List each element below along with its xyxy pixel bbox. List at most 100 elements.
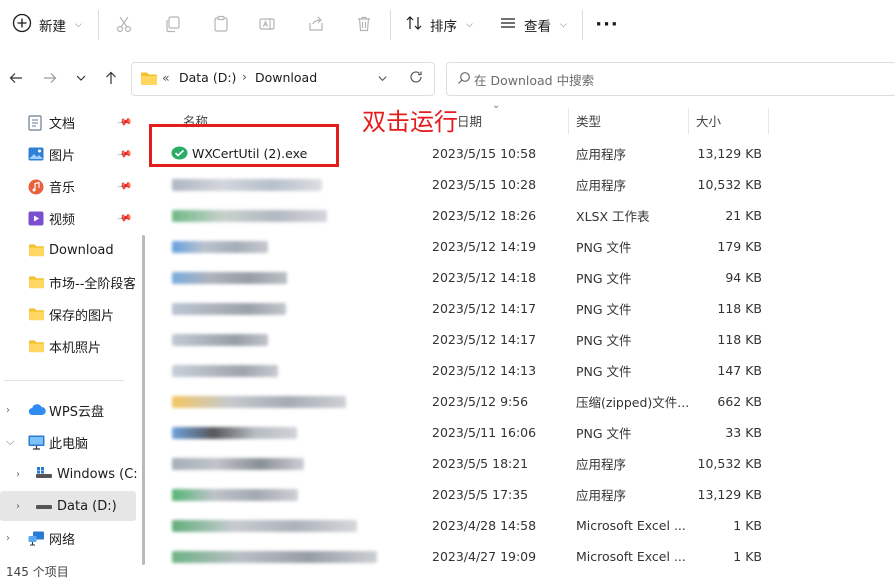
chevron-down-icon[interactable]: ⌵	[6, 435, 14, 449]
sidebar-item-market-folder[interactable]: 市场--全阶段客户	[0, 267, 140, 297]
file-size: 13,129 KB	[697, 146, 762, 161]
file-row[interactable]: 2023/5/12 14:17 PNG 文件 118 KB	[150, 324, 895, 355]
file-row[interactable]: 2023/5/12 9:56 压缩(zipped)文件... 662 KB	[150, 386, 895, 417]
file-row[interactable]: 2023/4/28 14:58 Microsoft Excel ... 1 KB	[150, 510, 895, 541]
command-bar: 新建 ⌵ 排序 ⌵ 查看 ⌵ ···	[0, 0, 895, 50]
file-type: PNG 文件	[576, 302, 632, 317]
file-row[interactable]: 2023/4/27 19:09 Microsoft Excel ... 1 KB	[150, 541, 895, 572]
file-row[interactable]: 2023/5/12 14:17 PNG 文件 118 KB	[150, 293, 895, 324]
column-divider[interactable]	[768, 108, 769, 134]
redacted-file-name	[172, 427, 297, 439]
copy-icon[interactable]	[162, 13, 184, 35]
redacted-file-name	[172, 520, 357, 532]
file-row[interactable]: 2023/5/5 17:35 应用程序 13,129 KB	[150, 479, 895, 510]
file-date: 2023/4/27 19:09	[432, 549, 537, 564]
sidebar-item-windows-c[interactable]: › Windows (C:)	[0, 459, 145, 489]
column-divider[interactable]	[688, 108, 689, 134]
sort-button[interactable]: 排序 ⌵	[405, 10, 473, 40]
redacted-file-name	[172, 303, 286, 315]
file-type: 应用程序	[576, 488, 627, 503]
column-header-type[interactable]: 类型	[576, 106, 601, 134]
sidebar-item-download[interactable]: Download	[0, 235, 140, 265]
annotation-text: 双击运行	[362, 102, 458, 137]
chevron-right-icon[interactable]: ›	[16, 469, 20, 480]
column-divider[interactable]	[568, 108, 569, 134]
sidebar-item-documents[interactable]: 文档 📌	[0, 107, 140, 137]
chevron-right-icon[interactable]: ›	[6, 405, 10, 416]
file-type: Microsoft Excel ...	[576, 518, 686, 533]
chevron-right-icon[interactable]: ›	[16, 501, 20, 512]
video-icon	[28, 211, 44, 226]
file-date: 2023/5/15 10:58	[432, 146, 537, 161]
folder-icon	[28, 339, 44, 353]
file-row[interactable]: 2023/5/11 16:06 PNG 文件 33 KB	[150, 417, 895, 448]
chevron-right-icon[interactable]: ›	[6, 533, 10, 544]
sidebar-item-camera-roll[interactable]: 本机照片	[0, 331, 140, 361]
network-icon	[28, 531, 44, 546]
redacted-file-name	[172, 210, 327, 222]
view-button[interactable]: 查看 ⌵	[499, 10, 567, 40]
file-row[interactable]: 2023/5/15 10:28 应用程序 10,532 KB	[150, 169, 895, 200]
redacted-file-name	[172, 241, 268, 253]
recent-icon[interactable]	[70, 66, 92, 90]
file-type: 应用程序	[576, 147, 627, 162]
share-icon[interactable]	[305, 13, 327, 35]
file-size: 147 KB	[717, 363, 762, 378]
chevron-down-icon[interactable]	[377, 72, 388, 87]
sidebar-item-wps-cloud[interactable]: › WPS云盘	[0, 395, 140, 425]
more-icon[interactable]: ···	[595, 13, 618, 35]
sidebar-item-music[interactable]: 音乐 📌	[0, 171, 140, 201]
sidebar-item-videos[interactable]: 视频 📌	[0, 203, 140, 233]
file-row[interactable]: 2023/5/12 14:19 PNG 文件 179 KB	[150, 231, 895, 262]
delete-icon[interactable]	[353, 13, 375, 35]
file-size: 1 KB	[733, 549, 762, 564]
file-row[interactable]: 2023/5/5 18:21 应用程序 10,532 KB	[150, 448, 895, 479]
file-size: 118 KB	[717, 332, 762, 347]
refresh-icon[interactable]	[409, 70, 423, 87]
breadcrumb-data-d[interactable]: Data (D:)	[179, 70, 236, 85]
file-date: 2023/5/12 14:17	[432, 332, 537, 347]
address-bar[interactable]: « Data (D:) › Download	[131, 62, 435, 96]
redacted-file-name	[172, 179, 322, 191]
scissors-icon[interactable]	[113, 13, 135, 35]
folder-icon	[28, 275, 44, 289]
plus-icon	[12, 13, 32, 37]
sidebar-item-network[interactable]: › 网络	[0, 523, 140, 553]
pictures-icon	[28, 147, 44, 161]
file-row[interactable]: 2023/5/12 18:26 XLSX 工作表 21 KB	[150, 200, 895, 231]
back-icon[interactable]	[5, 66, 27, 90]
chevron-down-icon: ⌵	[560, 20, 567, 30]
up-icon[interactable]	[100, 66, 122, 90]
new-button[interactable]: 新建 ⌵	[12, 10, 82, 40]
rename-icon[interactable]	[256, 13, 278, 35]
search-input[interactable]: 在 Download 中搜索	[446, 62, 895, 96]
sidebar-item-pictures[interactable]: 图片 📌	[0, 139, 140, 169]
file-size: 10,532 KB	[697, 456, 762, 471]
redacted-file-name	[172, 396, 346, 408]
address-overflow[interactable]: «	[162, 70, 170, 85]
search-placeholder: 在 Download 中搜索	[474, 73, 595, 88]
file-type: PNG 文件	[576, 271, 632, 286]
redacted-file-name	[172, 272, 287, 284]
column-header-size[interactable]: 大小	[696, 106, 721, 134]
file-date: 2023/5/12 18:26	[432, 208, 537, 223]
file-date: 2023/5/12 14:17	[432, 301, 537, 316]
file-type: PNG 文件	[576, 333, 632, 348]
file-date: 2023/5/5 18:21	[432, 456, 529, 471]
file-date: 2023/5/11 16:06	[432, 425, 537, 440]
file-size: 94 KB	[725, 270, 762, 285]
breadcrumb-download[interactable]: Download	[255, 70, 317, 85]
sort-icon	[405, 14, 423, 36]
file-type: 压缩(zipped)文件...	[576, 395, 690, 410]
sidebar-scrollbar[interactable]	[142, 235, 145, 565]
chevron-down-icon: ⌵	[75, 20, 82, 30]
paste-icon[interactable]	[210, 13, 232, 35]
file-type: XLSX 工作表	[576, 209, 650, 224]
sidebar-item-saved-pictures[interactable]: 保存的图片	[0, 299, 140, 329]
file-date: 2023/5/12 14:13	[432, 363, 537, 378]
sidebar-item-data-d[interactable]: › Data (D:)	[0, 491, 136, 521]
file-row[interactable]: 2023/5/12 14:18 PNG 文件 94 KB	[150, 262, 895, 293]
sidebar-item-this-pc[interactable]: ⌵ 此电脑	[0, 427, 140, 457]
file-row[interactable]: 2023/5/12 14:13 PNG 文件 147 KB	[150, 355, 895, 386]
forward-icon[interactable]	[39, 66, 61, 90]
